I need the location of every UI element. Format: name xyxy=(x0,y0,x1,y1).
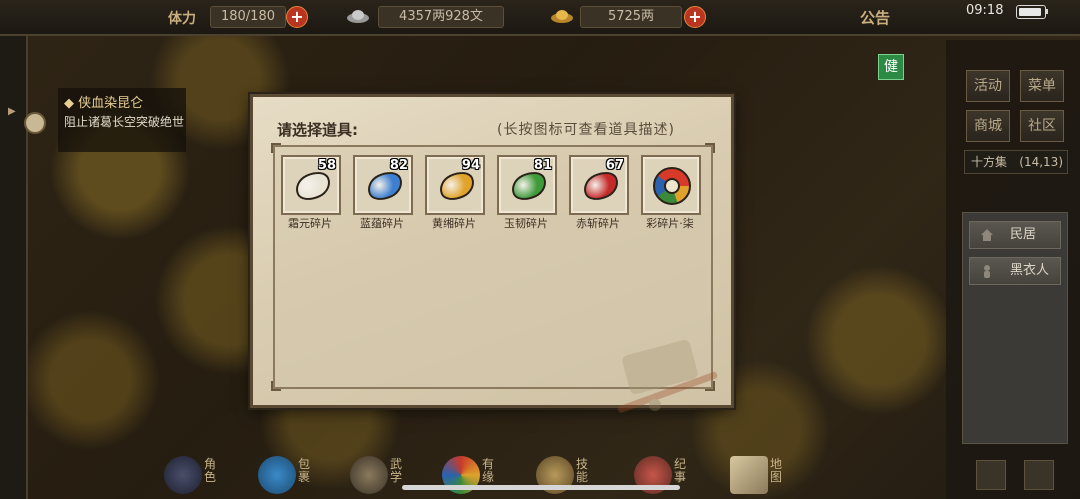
dock-label: 地图 xyxy=(770,457,783,484)
dock-label: 角色 xyxy=(204,457,217,484)
money-value: 4357两928文 xyxy=(378,6,504,28)
dock-label: 武学 xyxy=(390,457,403,484)
dock-label: 有缘 xyxy=(482,457,495,484)
item-count: 81 xyxy=(533,158,552,173)
money-stat: 4357两928文 xyxy=(346,6,516,28)
item-icon-box: 67 xyxy=(569,155,629,215)
dock-item-skill[interactable]: 技能 xyxy=(532,452,602,499)
dock-label: 包裹 xyxy=(298,457,311,484)
item-grid: 58 霜元碎片 82 蓝蕴碎片 94 黄缃碎片 81 玉韧碎片 67 赤斩碎片 … xyxy=(271,143,718,413)
grid-corner xyxy=(705,143,715,153)
item-icon-box: 94 xyxy=(425,155,485,215)
location-display: 十方集 (14,13) xyxy=(964,150,1068,174)
item-icon-box xyxy=(641,155,701,215)
left-frame: ▶ xyxy=(0,36,28,499)
dock-item-chronicle[interactable]: 纪事 xyxy=(630,452,700,499)
add-stamina-button[interactable]: + xyxy=(286,6,308,28)
dock-item-fate[interactable]: 有缘 xyxy=(438,452,508,499)
grid-corner xyxy=(271,381,281,391)
house-icon xyxy=(981,229,993,241)
item-name: 赤斩碎片 xyxy=(576,217,620,230)
activity-button[interactable]: 活动 xyxy=(966,70,1010,102)
health-status-badge[interactable]: 健 xyxy=(878,54,904,80)
dock-label: 纪事 xyxy=(674,457,687,484)
npc-item-residence[interactable]: 民居 xyxy=(969,221,1061,249)
rainbow-shard-icon xyxy=(653,167,691,205)
item-name: 彩碎片·柒 xyxy=(646,217,694,230)
character-icon xyxy=(164,456,202,494)
person-icon xyxy=(984,265,990,278)
top-status-bar: 体力 180/180 + 4357两928文 5725两 + 公告 09:18 xyxy=(0,0,1080,36)
dialog-hint: (长按图标可查看道具描述) xyxy=(497,122,675,138)
item-name: 蓝蕴碎片 xyxy=(360,217,404,230)
silver-ingot-icon xyxy=(347,10,369,23)
item-count: 82 xyxy=(389,158,408,173)
item-icon-box: 58 xyxy=(281,155,341,215)
system-clock: 09:18 xyxy=(966,3,1004,18)
dock-item-martial[interactable]: 武学 xyxy=(346,452,416,499)
dock-item-character[interactable]: 角色 xyxy=(160,452,230,499)
quest-npc-avatar[interactable] xyxy=(24,112,46,134)
battery-icon xyxy=(1016,5,1048,19)
location-name: 十方集 xyxy=(971,155,1008,169)
item-count: 94 xyxy=(461,158,480,173)
npc-label: 民居 xyxy=(1010,227,1037,242)
dock-label: 技能 xyxy=(576,457,589,484)
grid-corner xyxy=(271,143,281,153)
item-count: 58 xyxy=(317,158,336,173)
stamina-value: 180/180 xyxy=(210,6,286,28)
npc-list: 民居 黑衣人 xyxy=(962,212,1068,444)
gold-ingot-icon xyxy=(551,10,573,23)
martial-icon xyxy=(350,456,388,494)
item-count: 67 xyxy=(605,158,624,173)
expand-arrow-icon[interactable]: ▶ xyxy=(8,106,22,120)
dock-item-map[interactable]: 地图 xyxy=(726,452,796,499)
gold-stat: 5725两 + xyxy=(550,6,710,28)
add-gold-button[interactable]: + xyxy=(684,6,706,28)
gold-value: 5725两 xyxy=(580,6,682,28)
quest-title: ◆ 侠血染昆仑 xyxy=(64,96,144,111)
dock-item-bag[interactable]: 包裹 xyxy=(254,452,324,499)
announcement-button[interactable]: 公告 xyxy=(860,7,890,28)
dialog-title: 请选择道具: xyxy=(277,121,358,139)
menu-button[interactable]: 菜单 xyxy=(1020,70,1064,102)
npc-label: 黑衣人 xyxy=(1010,263,1050,278)
stamina-label: 体力 xyxy=(168,11,196,27)
quest-tracker[interactable]: ◆ 侠血染昆仑 阻止诸葛长空突破绝世 xyxy=(58,88,186,152)
battery-level xyxy=(1019,8,1041,16)
bottom-dock: 角色 包裹 武学 有缘 技能 纪事 地图 xyxy=(160,452,800,499)
item-name: 黄缃碎片 xyxy=(432,217,476,230)
home-indicator[interactable] xyxy=(402,485,680,490)
item-icon-box: 82 xyxy=(353,155,413,215)
map-icon xyxy=(730,456,768,494)
scroll-sword-decoration-icon xyxy=(617,339,718,413)
quest-description: 阻止诸葛长空突破绝世 xyxy=(64,115,185,129)
npc-item-black-clothed[interactable]: 黑衣人 xyxy=(969,257,1061,285)
shop-button[interactable]: 商城 xyxy=(966,110,1010,142)
item-select-dialog: 请选择道具: (长按图标可查看道具描述) 58 霜元碎片 82 蓝蕴碎片 94 xyxy=(250,94,734,413)
bottom-right-button-2[interactable] xyxy=(1024,460,1054,490)
community-button[interactable]: 社区 xyxy=(1020,110,1064,142)
item-icon-box: 81 xyxy=(497,155,557,215)
item-name: 霜元碎片 xyxy=(288,217,332,230)
stamina-stat: 体力 180/180 + xyxy=(168,6,308,28)
bottom-right-button-1[interactable] xyxy=(976,460,1006,490)
item-name: 玉韧碎片 xyxy=(504,217,548,230)
bag-icon xyxy=(258,456,296,494)
location-coordinates: (14,13) xyxy=(1019,155,1063,169)
